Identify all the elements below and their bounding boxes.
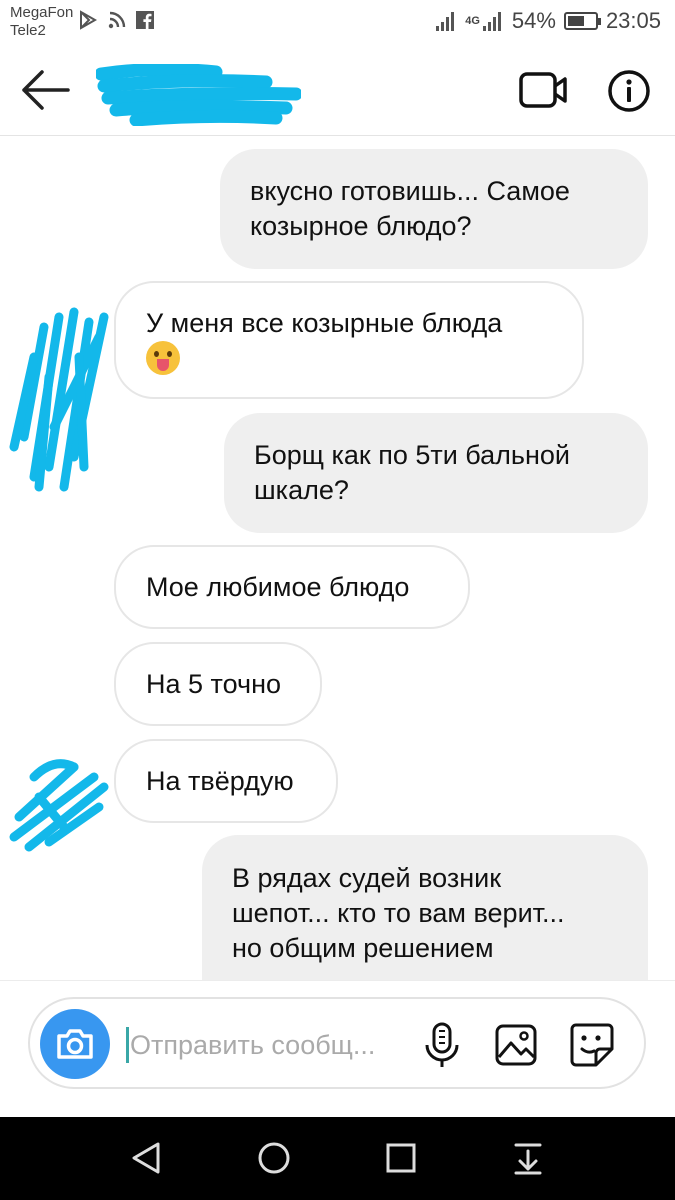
- back-arrow-icon[interactable]: [18, 66, 72, 114]
- redacted-username[interactable]: [96, 64, 301, 126]
- carrier-2: Tele2: [10, 22, 46, 39]
- message-line: На твёрдую: [146, 765, 294, 796]
- message-outgoing[interactable]: вкусно готовишь... Самое козырное блюдо?: [220, 149, 648, 269]
- system-status: 4G 54% 23:05: [435, 8, 661, 34]
- notification-icons: [78, 10, 154, 30]
- redacted-avatar[interactable]: [4, 297, 114, 497]
- facebook-icon: [136, 11, 154, 29]
- video-call-icon[interactable]: [517, 68, 569, 112]
- microphone-icon[interactable]: [422, 1021, 462, 1069]
- message-outgoing[interactable]: В рядах судей возник шепот... кто то вам…: [202, 835, 648, 980]
- message-line: шкале?: [254, 475, 349, 505]
- message-line: Борщ как по 5ти бальной: [254, 440, 570, 470]
- message-incoming[interactable]: На твёрдую: [114, 739, 338, 823]
- chat-header: [0, 44, 675, 136]
- rss-icon: [108, 11, 126, 29]
- message-incoming[interactable]: На 5 точно: [114, 642, 322, 726]
- message-input[interactable]: [130, 1023, 400, 1067]
- camera-icon: [57, 1029, 93, 1059]
- camera-button[interactable]: [40, 1009, 110, 1079]
- message-incoming[interactable]: У меня все козырные блюда: [114, 281, 584, 399]
- message-line: На 5 точно: [146, 668, 282, 699]
- message-line: Мое любимое блюдо: [146, 571, 410, 602]
- message-line: В рядах судей возник: [232, 863, 502, 893]
- network-type: 4G: [465, 15, 480, 27]
- carrier-1: MegaFon: [10, 4, 74, 21]
- message-line: У меня все козырные блюда: [146, 307, 503, 338]
- battery-icon: [563, 12, 601, 30]
- carrier-names: MegaFon Tele2: [10, 4, 73, 40]
- battery-percent: 54%: [511, 8, 556, 33]
- play-store-icon: [80, 10, 98, 30]
- message-line: козырное блюдо?: [250, 211, 472, 241]
- clock: 23:05: [605, 8, 661, 33]
- home-nav-icon[interactable]: [257, 1141, 291, 1175]
- back-nav-icon[interactable]: [130, 1141, 162, 1175]
- message-list[interactable]: вкусно готовишь... Самое козырное блюдо?…: [0, 137, 675, 980]
- message-line: шепот... кто то вам верит...: [232, 898, 565, 928]
- redacted-avatar[interactable]: [4, 747, 114, 857]
- tongue-face-emoji: [146, 340, 180, 375]
- message-line: но общим решением: [232, 933, 494, 963]
- notification-pull-icon[interactable]: [512, 1141, 544, 1175]
- system-navigation-bar: [0, 1117, 675, 1200]
- signal-icon: [436, 12, 455, 31]
- message-incoming[interactable]: Мое любимое блюдо: [114, 545, 470, 629]
- sticker-icon[interactable]: [568, 1021, 616, 1069]
- info-icon[interactable]: [606, 68, 652, 114]
- signal-icon-2: [482, 12, 501, 31]
- message-outgoing[interactable]: Борщ как по 5ти бальной шкале?: [224, 413, 648, 533]
- recents-nav-icon[interactable]: [386, 1141, 416, 1175]
- message-line: вкусно готовишь... Самое: [250, 176, 570, 206]
- composer-area: [0, 980, 675, 1117]
- text-cursor: [126, 1027, 129, 1063]
- status-bar: MegaFon Tele2 4G 54% 23:05: [0, 0, 675, 44]
- message-composer: [28, 997, 646, 1089]
- gallery-icon[interactable]: [494, 1023, 538, 1067]
